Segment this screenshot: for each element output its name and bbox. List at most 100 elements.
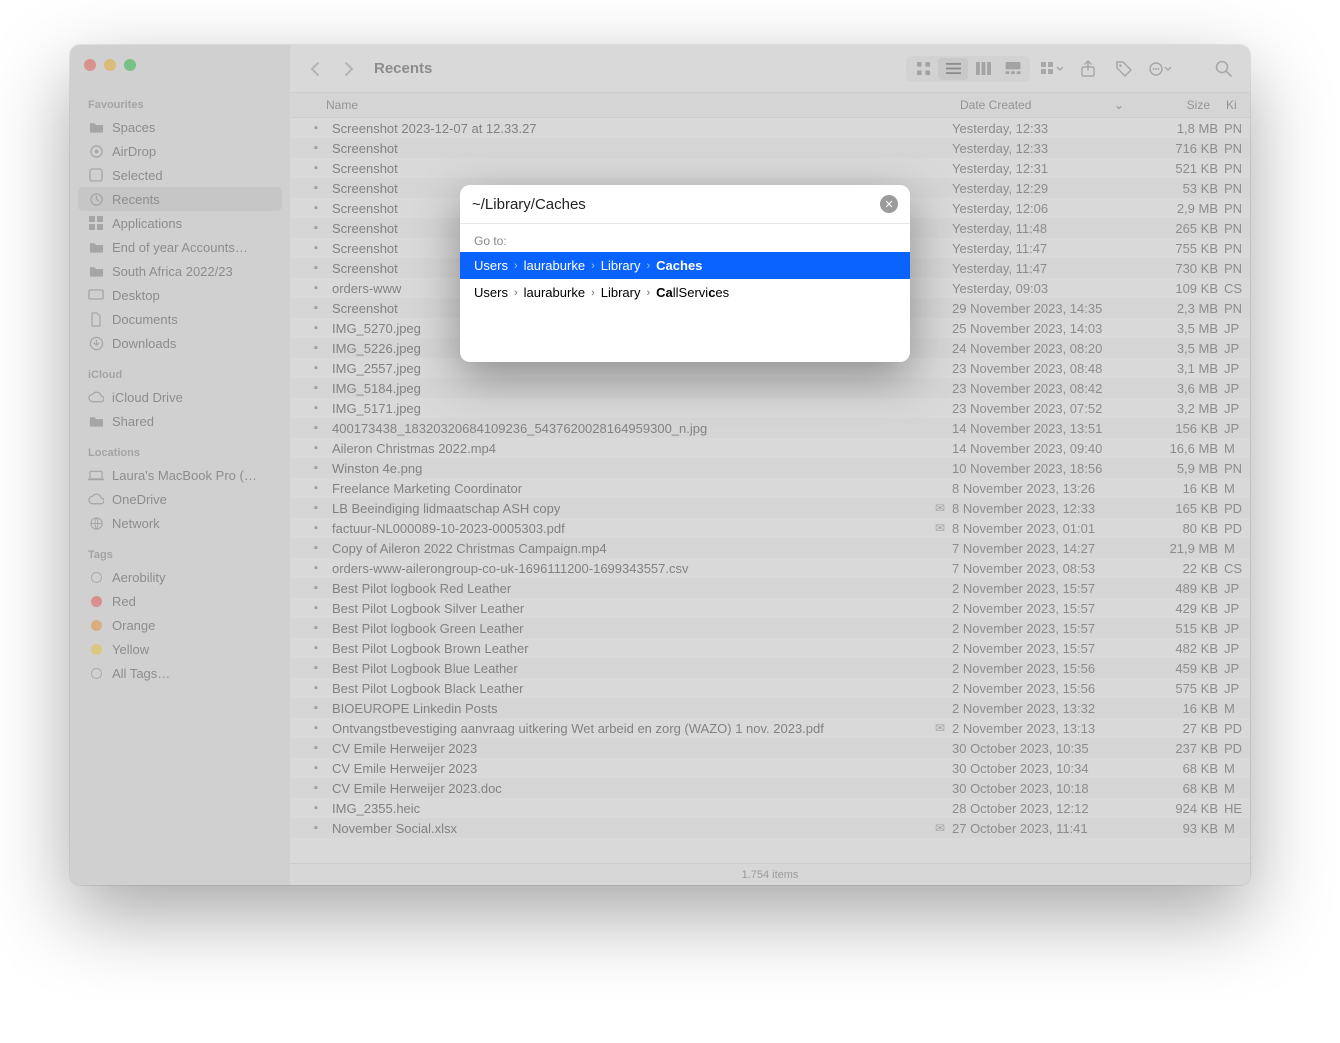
col-name[interactable]: Name (290, 93, 952, 117)
sidebar-item-label: Selected (112, 168, 163, 183)
sidebar-item[interactable]: Recents (78, 187, 282, 211)
file-size: 5,9 MB (1132, 461, 1218, 476)
file-name: Screenshot (332, 161, 928, 176)
file-row[interactable]: ▪Freelance Marketing Coordinator8 Novemb… (290, 478, 1250, 498)
group-menu[interactable] (1038, 57, 1066, 81)
goto-suggestion[interactable]: Users›lauraburke›Library›Caches (460, 252, 910, 279)
action-menu[interactable] (1146, 57, 1174, 81)
sidebar-item[interactable]: South Africa 2022/23 (78, 259, 282, 283)
file-date: 27 October 2023, 11:41 (952, 821, 1132, 836)
file-kind: M (1218, 821, 1250, 836)
file-size: 265 KB (1132, 221, 1218, 236)
col-date[interactable]: Date Created⌄ (952, 93, 1132, 117)
file-row[interactable]: ▪LB Beeindiging lidmaatschap ASH copy✉8 … (290, 498, 1250, 518)
file-row[interactable]: ▪Winston 4e.png10 November 2023, 18:565,… (290, 458, 1250, 478)
view-gallery[interactable] (998, 58, 1028, 80)
sidebar-item[interactable]: Spaces (78, 115, 282, 139)
file-row[interactable]: ▪November Social.xlsx✉27 October 2023, 1… (290, 818, 1250, 838)
col-size[interactable]: Size (1132, 93, 1218, 117)
file-row[interactable]: ▪Aileron Christmas 2022.mp414 November 2… (290, 438, 1250, 458)
sidebar-item[interactable]: Desktop (78, 283, 282, 307)
file-icon: ▪ (306, 482, 326, 494)
goto-path-input[interactable] (472, 196, 872, 213)
sidebar-item[interactable]: End of year Accounts… (78, 235, 282, 259)
file-name: factuur-NL000089-10-2023-0005303.pdf (332, 521, 928, 536)
view-list[interactable] (938, 58, 968, 80)
file-row[interactable]: ▪Best Pilot Logbook Blue Leather2 Novemb… (290, 658, 1250, 678)
file-icon: ▪ (306, 542, 326, 554)
file-icon: ▪ (306, 362, 326, 374)
back-button[interactable] (302, 56, 328, 82)
file-icon: ▪ (306, 802, 326, 814)
file-icon: ▪ (306, 702, 326, 714)
file-size: 68 KB (1132, 781, 1218, 796)
file-row[interactable]: ▪Copy of Aileron 2022 Christmas Campaign… (290, 538, 1250, 558)
sidebar-item[interactable]: Yellow (78, 637, 282, 661)
sidebar-item[interactable]: Laura's MacBook Pro (… (78, 463, 282, 487)
file-row[interactable]: ▪CV Emile Herweijer 202330 October 2023,… (290, 738, 1250, 758)
file-row[interactable]: ▪CV Emile Herweijer 202330 October 2023,… (290, 758, 1250, 778)
file-row[interactable]: ▪IMG_5184.jpeg23 November 2023, 08:423,6… (290, 378, 1250, 398)
close-button[interactable] (84, 59, 96, 71)
file-size: 482 KB (1132, 641, 1218, 656)
tag-icon (88, 617, 104, 633)
sidebar-item[interactable]: Documents (78, 307, 282, 331)
share-button[interactable] (1074, 57, 1102, 81)
maximize-button[interactable] (124, 59, 136, 71)
file-date: 10 November 2023, 18:56 (952, 461, 1132, 476)
sidebar-item[interactable]: Downloads (78, 331, 282, 355)
sidebar-item[interactable]: Applications (78, 211, 282, 235)
file-row[interactable]: ▪400173438_18320320684109236_54376200281… (290, 418, 1250, 438)
window-controls (84, 59, 136, 71)
sidebar-item[interactable]: iCloud Drive (78, 385, 282, 409)
view-icons[interactable] (908, 58, 938, 80)
file-name: LB Beeindiging lidmaatschap ASH copy (332, 501, 928, 516)
sidebar-item[interactable]: Shared (78, 409, 282, 433)
file-row[interactable]: ▪Best Pilot Logbook Black Leather2 Novem… (290, 678, 1250, 698)
file-row[interactable]: ▪Ontvangstbevestiging aanvraag uitkering… (290, 718, 1250, 738)
file-row[interactable]: ▪Best Pilot Logbook Silver Leather2 Nove… (290, 598, 1250, 618)
file-name: Best Pilot logbook Green Leather (332, 621, 928, 636)
file-row[interactable]: ▪BIOEUROPE Linkedin Posts2 November 2023… (290, 698, 1250, 718)
file-size: 109 KB (1132, 281, 1218, 296)
file-name: 400173438_18320320684109236_543762002816… (332, 421, 928, 436)
file-date: 30 October 2023, 10:18 (952, 781, 1132, 796)
goto-suggestion[interactable]: Users›lauraburke›Library›CallServices (460, 279, 910, 306)
file-row[interactable]: ▪Best Pilot logbook Red Leather2 Novembe… (290, 578, 1250, 598)
file-row[interactable]: ▪IMG_2355.heic28 October 2023, 12:12924 … (290, 798, 1250, 818)
sidebar-item[interactable]: Aerobility (78, 565, 282, 589)
cloud-icon (88, 389, 104, 405)
file-row[interactable]: ▪Screenshot 2023-12-07 at 12.33.27Yester… (290, 118, 1250, 138)
sidebar-item[interactable]: Red (78, 589, 282, 613)
sidebar-item[interactable]: Orange (78, 613, 282, 637)
file-size: 2,3 MB (1132, 301, 1218, 316)
file-date: 8 November 2023, 13:26 (952, 481, 1132, 496)
file-icon: ▪ (306, 322, 326, 334)
file-row[interactable]: ▪CV Emile Herweijer 2023.doc30 October 2… (290, 778, 1250, 798)
sidebar-item-label: AirDrop (112, 144, 156, 159)
file-kind: M (1218, 481, 1250, 496)
search-button[interactable] (1210, 57, 1238, 81)
file-kind: JP (1218, 661, 1250, 676)
file-row[interactable]: ▪Best Pilot Logbook Brown Leather2 Novem… (290, 638, 1250, 658)
sidebar-item[interactable]: Network (78, 511, 282, 535)
view-columns[interactable] (968, 58, 998, 80)
file-row[interactable]: ▪factuur-NL000089-10-2023-0005303.pdf✉8 … (290, 518, 1250, 538)
file-row[interactable]: ▪Best Pilot logbook Green Leather2 Novem… (290, 618, 1250, 638)
sidebar-item[interactable]: All Tags… (78, 661, 282, 685)
file-kind: PN (1218, 201, 1250, 216)
sidebar-item[interactable]: AirDrop (78, 139, 282, 163)
file-icon: ▪ (306, 582, 326, 594)
sidebar-item[interactable]: Selected (78, 163, 282, 187)
file-row[interactable]: ▪orders-www-ailerongroup-co-uk-169611120… (290, 558, 1250, 578)
clock-icon (88, 191, 104, 207)
file-row[interactable]: ▪IMG_5171.jpeg23 November 2023, 07:523,2… (290, 398, 1250, 418)
file-row[interactable]: ▪ScreenshotYesterday, 12:31521 KBPN (290, 158, 1250, 178)
minimize-button[interactable] (104, 59, 116, 71)
forward-button[interactable] (336, 56, 362, 82)
file-row[interactable]: ▪ScreenshotYesterday, 12:33716 KBPN (290, 138, 1250, 158)
clear-input-button[interactable]: ✕ (880, 195, 898, 213)
sidebar-item[interactable]: OneDrive (78, 487, 282, 511)
col-kind[interactable]: Ki (1218, 93, 1250, 117)
tags-button[interactable] (1110, 57, 1138, 81)
